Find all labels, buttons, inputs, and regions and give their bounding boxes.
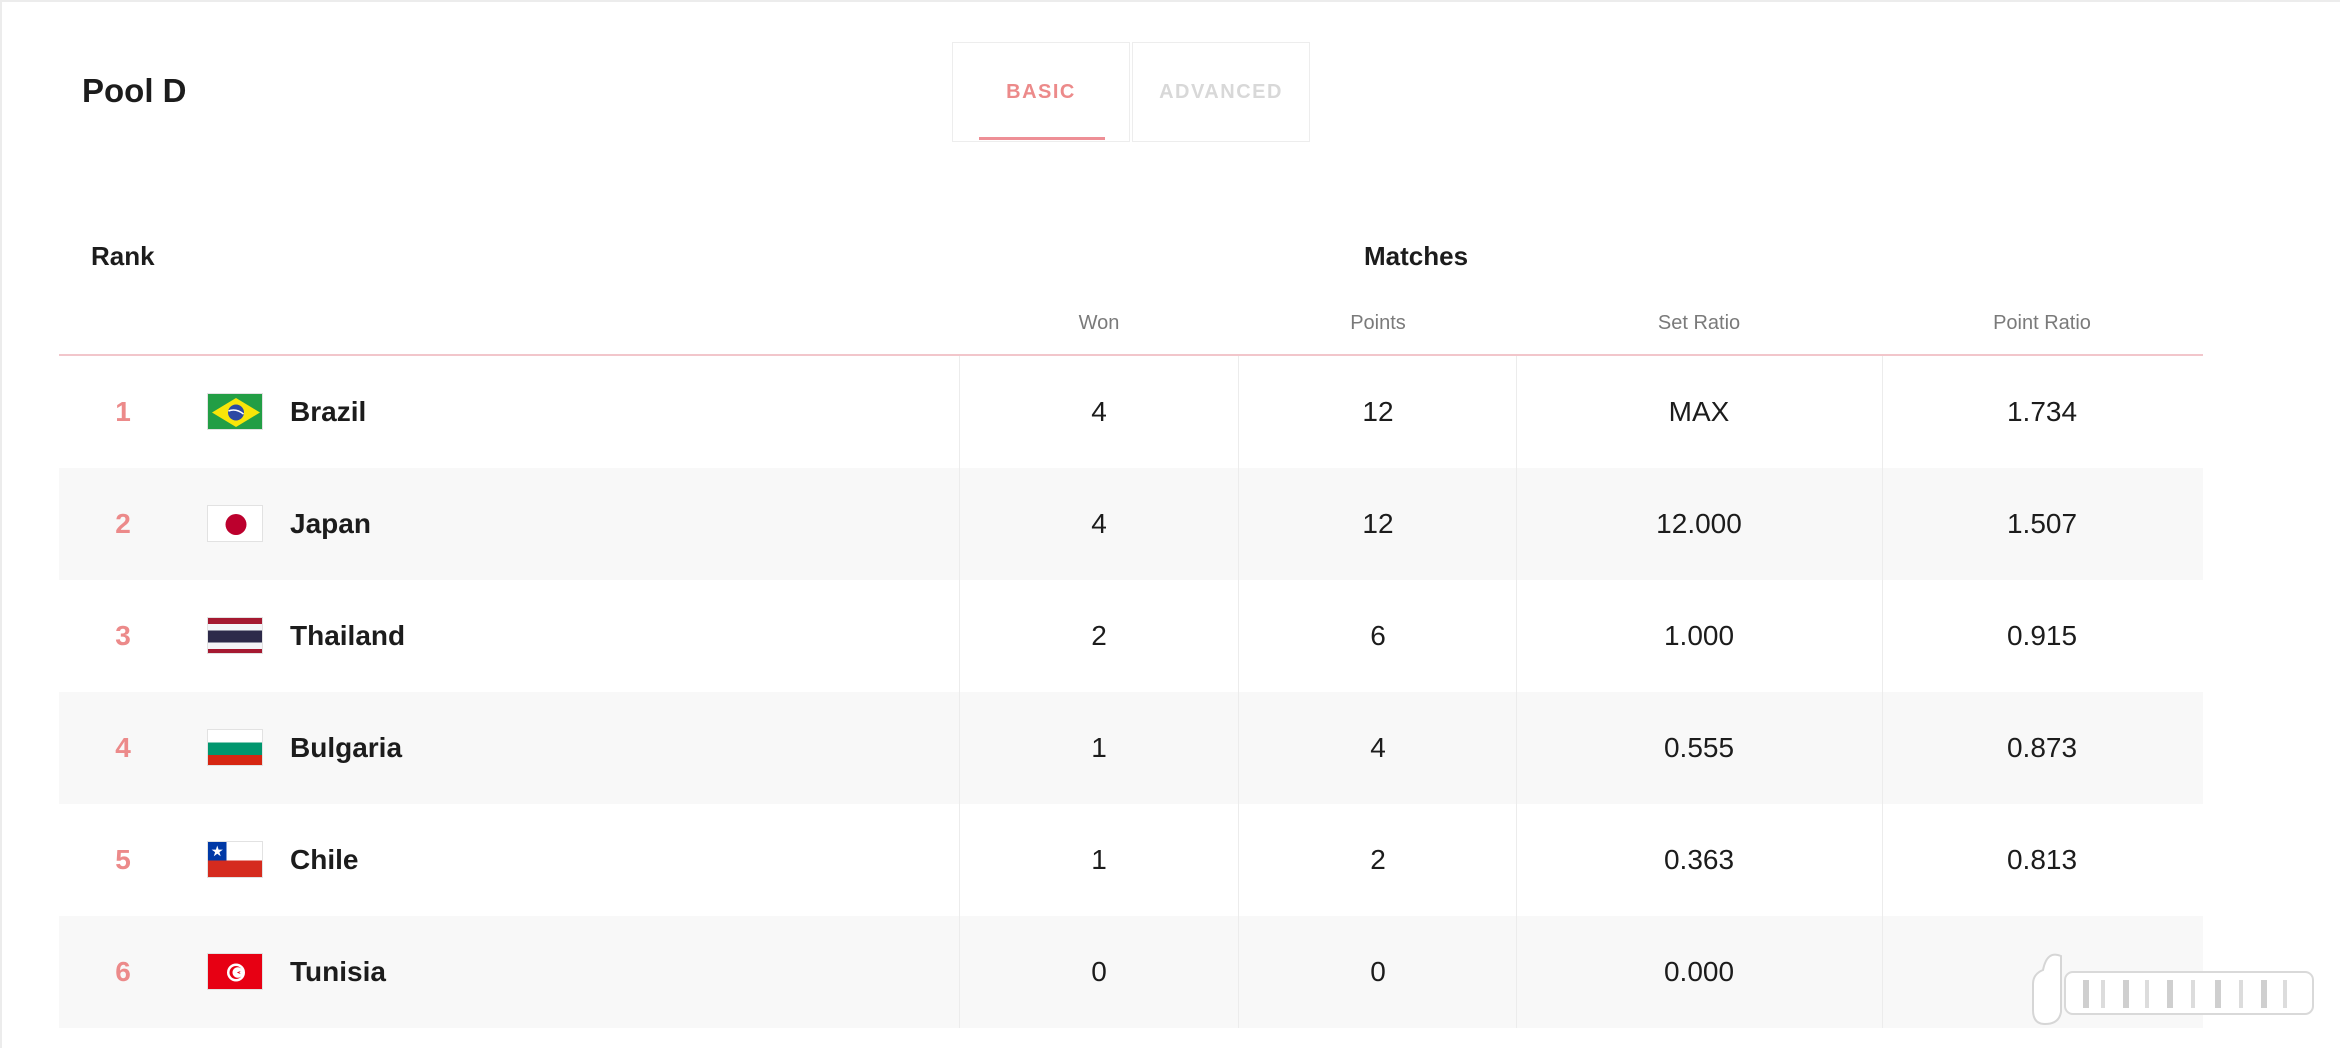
set-ratio-column-header: Set Ratio [1657, 312, 1741, 334]
won-value: 4 [1091, 508, 1107, 539]
team-name[interactable]: Brazil [290, 356, 366, 468]
set-ratio-value: 0.555 [1663, 732, 1735, 763]
points-value: 12 [1362, 508, 1394, 539]
bulgaria-flag-icon [207, 729, 263, 766]
point-ratio-value: 1.507 [2006, 508, 2078, 539]
team-name[interactable]: Thailand [290, 580, 405, 692]
won-value: 1 [1091, 732, 1107, 763]
column-divider [1882, 356, 1883, 1028]
column-divider [1516, 356, 1517, 1028]
view-tabs: BASIC ADVANCED [952, 42, 1310, 144]
active-tab-indicator [979, 137, 1105, 140]
matches-group-header: Matches [1364, 241, 1469, 271]
tab-advanced[interactable]: ADVANCED [1132, 42, 1310, 142]
japan-flag-icon [207, 505, 263, 542]
tab-basic-label: BASIC [1006, 80, 1076, 103]
set-ratio-value: 12.000 [1656, 508, 1742, 539]
tunisia-flag-icon [207, 953, 263, 990]
won-value: 4 [1091, 396, 1107, 427]
point-ratio-column-header: Point Ratio [1993, 312, 2091, 334]
point-ratio-value: 0.915 [2006, 620, 2078, 651]
team-name[interactable]: Tunisia [290, 916, 386, 1028]
set-ratio-value: 0.000 [1663, 956, 1735, 987]
points-value: 6 [1370, 620, 1386, 651]
watermark-icon [2025, 950, 2325, 1030]
pool-title: Pool D [82, 72, 187, 109]
set-ratio-value: MAX [1668, 396, 1730, 427]
point-ratio-value: 0.873 [2006, 732, 2078, 763]
team-name[interactable]: Bulgaria [290, 692, 402, 804]
column-divider [959, 356, 960, 1028]
points-value: 4 [1370, 732, 1386, 763]
points-column-header: Points [1350, 312, 1406, 334]
points-value: 2 [1370, 844, 1386, 875]
won-value: 0 [1091, 956, 1107, 987]
brazil-flag-icon [207, 393, 263, 430]
won-column-header: Won [1078, 312, 1120, 334]
point-ratio-value: 1.734 [2006, 396, 2078, 427]
point-ratio-value: 0.813 [2006, 844, 2078, 875]
won-value: 1 [1091, 844, 1107, 875]
chile-flag-icon [207, 841, 263, 878]
column-divider [1238, 356, 1239, 1028]
tab-advanced-label: ADVANCED [1159, 80, 1283, 103]
team-name[interactable]: Chile [290, 804, 358, 916]
rank-column-header: Rank [91, 241, 155, 271]
set-ratio-value: 0.363 [1663, 844, 1735, 875]
tab-basic[interactable]: BASIC [952, 42, 1130, 142]
won-value: 2 [1091, 620, 1107, 651]
points-value: 0 [1370, 956, 1386, 987]
points-value: 12 [1362, 396, 1394, 427]
team-name[interactable]: Japan [290, 468, 371, 580]
thailand-flag-icon [207, 617, 263, 654]
set-ratio-value: 1.000 [1663, 620, 1735, 651]
